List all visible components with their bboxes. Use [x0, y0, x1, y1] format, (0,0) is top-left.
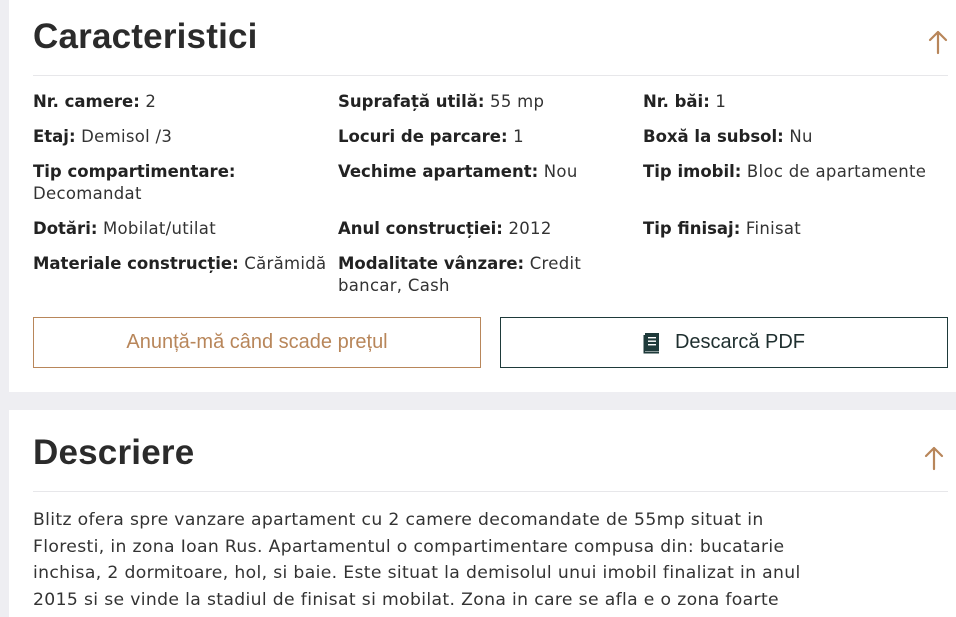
specs-grid: Nr. camere: 2 Suprafață utilă: 55 mp Nr.… [33, 91, 948, 297]
spec-item: Locuri de parcare: 1 [338, 126, 643, 148]
spec-item: Anul construcției: 2012 [338, 218, 643, 240]
section-divider [33, 491, 948, 492]
description-line: Floresti, in zona Ioan Rus. Apartamentul… [33, 536, 785, 557]
characteristics-title: Caracteristici [33, 17, 258, 56]
spec-value: Demisol /3 [81, 127, 173, 146]
spec-key: Tip finisaj: [643, 219, 741, 238]
spec-key: Nr. băi: [643, 92, 710, 111]
spec-key: Suprafață utilă: [338, 92, 485, 111]
spec-value: 55 mp [490, 92, 545, 111]
spec-item: Nr. băi: 1 [643, 91, 948, 113]
spec-item: Suprafață utilă: 55 mp [338, 91, 643, 113]
spec-item: Tip finisaj: Finisat [643, 218, 948, 240]
price-alert-button-label: Anunță-mă când scade prețul [126, 331, 388, 353]
spec-item: Vechime apartament: Nou [338, 161, 643, 205]
spec-item: Etaj: Demisol /3 [33, 126, 338, 148]
spec-key: Nr. camere: [33, 92, 140, 111]
spec-value: Nu [789, 127, 813, 146]
price-alert-button[interactable]: Anunță-mă când scade prețul [33, 317, 481, 368]
spec-value: Mobilat/utilat [103, 219, 216, 238]
characteristics-card: Caracteristici Nr. camere: 2 Suprafață u… [9, 0, 956, 392]
description-title: Descriere [33, 433, 195, 472]
description-card: Descriere Blitz ofera spre vanzare apart… [9, 410, 956, 617]
spec-key: Dotări: [33, 219, 98, 238]
spec-value: 1 [513, 127, 524, 146]
spec-item: Dotări: Mobilat/utilat [33, 218, 338, 240]
spec-key: Anul construcției: [338, 219, 503, 238]
spec-key: Tip imobil: [643, 162, 742, 181]
spec-key: Boxă la subsol: [643, 127, 784, 146]
description-line: inchisa, 2 dormitoare, hol, si baie. Est… [33, 563, 801, 583]
description-text: Blitz ofera spre vanzare apartament cu 2… [33, 507, 933, 613]
spec-key: Tip compartimentare: [33, 162, 236, 181]
spec-value: 2012 [508, 219, 552, 238]
spec-item: Nr. camere: 2 [33, 91, 338, 113]
spec-key: Modalitate vânzare: [338, 254, 525, 273]
description-line: Blitz ofera spre vanzare apartament cu 2… [33, 510, 764, 530]
document-icon [643, 332, 659, 353]
spec-value: Bloc de apartamente [746, 162, 927, 181]
arrow-up-icon[interactable] [926, 28, 950, 56]
spec-item: Tip compartimentare: Decomandat [33, 161, 338, 205]
spec-value: Decomandat [33, 184, 142, 203]
spec-value: Nou [543, 162, 578, 181]
spec-value: Finisat [745, 219, 802, 238]
spec-item: Modalitate vânzare: Credit bancar, Cash [338, 253, 643, 297]
arrow-up-icon[interactable] [922, 444, 946, 472]
spec-value: 1 [715, 92, 727, 111]
spec-value: 2 [145, 92, 157, 111]
spec-item: Materiale construcție: Cărămidă [33, 253, 338, 297]
spec-item: Boxă la subsol: Nu [643, 126, 948, 148]
description-line: 2015 si se vinde la stadiul de finisat s… [33, 589, 779, 610]
spec-key: Materiale construcție: [33, 254, 239, 273]
spec-key: Locuri de parcare: [338, 127, 508, 146]
spec-key: Etaj: [33, 127, 76, 146]
spec-value: Cărămidă [244, 254, 327, 273]
spec-key: Vechime apartament: [338, 162, 539, 181]
section-divider [33, 75, 948, 76]
download-pdf-button[interactable]: Descarcă PDF [500, 317, 948, 368]
download-pdf-button-label: Descarcă PDF [674, 331, 806, 353]
spec-item: Tip imobil: Bloc de apartamente [643, 161, 948, 205]
